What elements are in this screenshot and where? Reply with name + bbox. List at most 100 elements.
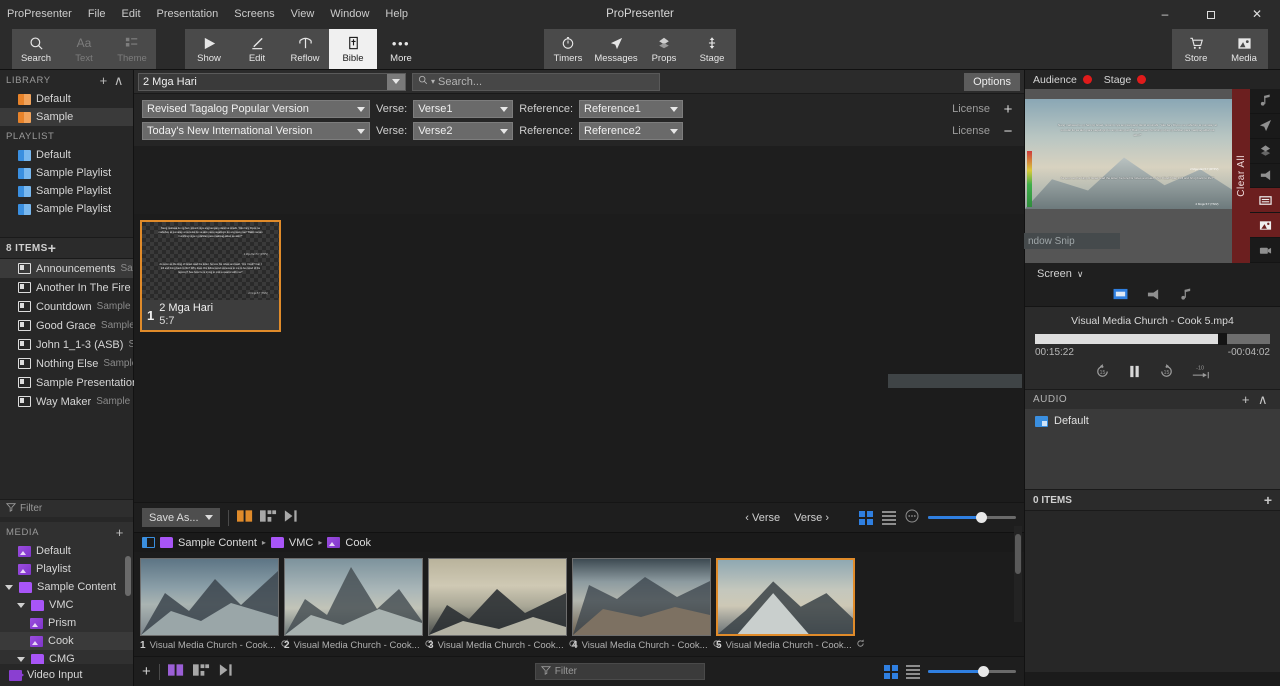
screen-selector[interactable]: Screen ∨ xyxy=(1025,263,1280,285)
list-view-icon[interactable] xyxy=(882,510,896,525)
playlist-item-sample-3[interactable]: Sample Playlist xyxy=(0,200,133,218)
next-verse-button[interactable]: Verse › xyxy=(794,512,829,524)
clear-all-button[interactable]: Clear All xyxy=(1232,89,1250,263)
translation-select-1[interactable]: Revised Tagalog Popular Version xyxy=(142,100,370,118)
list-item[interactable]: Announcements Sa... xyxy=(0,259,133,278)
library-filter[interactable]: Filter xyxy=(0,499,133,517)
rewind-15-icon[interactable]: 15 xyxy=(1094,363,1111,383)
maximize-button[interactable] xyxy=(1188,0,1234,28)
add-audio-button[interactable]: + xyxy=(1238,392,1254,407)
verse-select-1[interactable]: Verse1 xyxy=(413,100,514,118)
minimize-button[interactable]: – xyxy=(1142,0,1188,28)
more-button[interactable]: ••• More xyxy=(377,29,425,69)
reference-select-1[interactable]: Reference1 xyxy=(579,100,683,118)
chevron-down-icon[interactable] xyxy=(17,656,25,662)
props-icon[interactable] xyxy=(1250,139,1280,164)
add-media-button[interactable]: + xyxy=(113,526,127,539)
add-item-button[interactable]: + xyxy=(48,240,57,256)
media-item-default[interactable]: Default xyxy=(0,542,133,560)
theme-button[interactable]: Theme xyxy=(108,29,156,69)
breadcrumb-item-sample-content[interactable]: Sample Content xyxy=(178,537,257,549)
more-options-icon[interactable] xyxy=(905,509,919,526)
slide-thumbnail[interactable]: Nang mabasa ito ng hari, pinunit niya an… xyxy=(140,220,281,332)
prev-verse-button[interactable]: ‹ Verse xyxy=(745,512,780,524)
list-view-icon[interactable] xyxy=(906,664,920,679)
two-column-icon[interactable] xyxy=(236,509,254,526)
list-item[interactable]: Way Maker Sample xyxy=(0,392,133,411)
library-item-sample[interactable]: Sample xyxy=(0,108,133,126)
send-icon[interactable] xyxy=(1250,114,1280,139)
grid-view-icon[interactable] xyxy=(884,664,898,679)
show-button[interactable]: Show xyxy=(185,29,233,69)
slide-icon[interactable] xyxy=(1250,188,1280,214)
video-input-item[interactable]: Video Input xyxy=(0,664,133,686)
reference-select-2[interactable]: Reference2 xyxy=(579,122,683,140)
grid-view-icon[interactable] xyxy=(859,510,873,525)
add-library-button[interactable]: + xyxy=(97,74,111,87)
forward-15-icon[interactable]: 15 xyxy=(1158,363,1175,383)
breadcrumb-item-vmc[interactable]: VMC xyxy=(289,537,313,549)
store-button[interactable]: Store xyxy=(1172,29,1220,69)
media-filter-input[interactable]: Filter xyxy=(534,663,705,680)
add-media-item-button[interactable]: + xyxy=(142,663,151,680)
timers-button[interactable]: Timers xyxy=(544,29,592,69)
media-scrollbar[interactable] xyxy=(125,544,131,634)
slide-zoom-slider[interactable] xyxy=(928,512,1016,523)
tab-screen[interactable] xyxy=(1113,288,1128,304)
menu-item-propresenter[interactable]: ProPresenter xyxy=(0,0,80,28)
add-right-item-button[interactable]: + xyxy=(1264,492,1272,508)
media-item-vmc[interactable]: VMC xyxy=(0,596,133,614)
menu-item-screens[interactable]: Screens xyxy=(226,0,282,28)
tab-announce[interactable] xyxy=(1146,288,1161,304)
library-item-default[interactable]: Default xyxy=(0,90,133,108)
media-zoom-slider[interactable] xyxy=(928,666,1016,677)
list-item[interactable]: Good Grace Sample xyxy=(0,316,133,335)
translation-select-2[interactable]: Today's New International Version xyxy=(142,122,370,140)
add-translation-button[interactable]: + xyxy=(996,102,1020,117)
media-item-playlist[interactable]: Playlist xyxy=(0,560,133,578)
two-column-icon[interactable] xyxy=(167,663,185,680)
close-button[interactable]: ✕ xyxy=(1234,0,1280,28)
license-link-1[interactable]: License xyxy=(940,103,990,115)
media-thumbnail[interactable]: 2 Visual Media Church - Cook... xyxy=(284,558,432,656)
menu-item-file[interactable]: File xyxy=(80,0,114,28)
playlist-item-sample-2[interactable]: Sample Playlist xyxy=(0,182,133,200)
playlist-item-sample-1[interactable]: Sample Playlist xyxy=(0,164,133,182)
jump-minus-10-icon[interactable]: -10 xyxy=(1191,363,1211,383)
arrange-icon[interactable] xyxy=(192,663,210,680)
announce-icon[interactable] xyxy=(1250,164,1280,189)
advance-icon[interactable] xyxy=(218,663,235,680)
chevron-down-icon[interactable]: ▾ xyxy=(431,77,435,86)
list-item[interactable]: Countdown Sample xyxy=(0,297,133,316)
bible-reference-field[interactable]: 2 Mga Hari xyxy=(138,72,406,91)
tab-audio[interactable] xyxy=(1179,288,1193,304)
player-progress-bar[interactable] xyxy=(1035,333,1270,345)
audience-preview[interactable]: Nang mabasa ito ng hari ng Israel, pinun… xyxy=(1025,99,1250,209)
verse-select-2[interactable]: Verse2 xyxy=(413,122,514,140)
menu-item-view[interactable]: View xyxy=(283,0,323,28)
media-thumbnail[interactable]: 1 Visual Media Church - Cook... xyxy=(140,558,288,656)
pause-icon[interactable] xyxy=(1127,364,1142,382)
stage-button[interactable]: Stage xyxy=(688,29,736,69)
bible-button[interactable]: Bible xyxy=(329,29,377,69)
image-icon[interactable] xyxy=(1250,213,1280,239)
list-item[interactable]: Sample Presentation xyxy=(0,373,138,392)
chevron-down-icon[interactable] xyxy=(17,602,25,608)
media-item-sample-content[interactable]: Sample Content xyxy=(0,578,133,596)
bible-reference-dropdown[interactable] xyxy=(387,73,405,90)
bible-search-input[interactable]: ▾ Search... xyxy=(412,72,660,91)
license-link-2[interactable]: License xyxy=(940,125,990,137)
collapse-library-button[interactable]: ∧ xyxy=(111,74,127,87)
menu-item-help[interactable]: Help xyxy=(377,0,416,28)
list-item[interactable]: Another In The Fire ... xyxy=(0,278,141,297)
media-button[interactable]: Media xyxy=(1220,29,1268,69)
options-button[interactable]: Options xyxy=(964,72,1020,91)
reflow-button[interactable]: Reflow xyxy=(281,29,329,69)
audio-item-default[interactable]: Default xyxy=(1035,415,1280,427)
player-progress-handle[interactable] xyxy=(1218,333,1228,345)
list-item[interactable]: Nothing Else Sample xyxy=(0,354,133,373)
text-button[interactable]: Aa Text xyxy=(60,29,108,69)
messages-button[interactable]: Messages xyxy=(592,29,640,69)
advance-icon[interactable] xyxy=(283,509,300,526)
search-button[interactable]: Search xyxy=(12,29,60,69)
